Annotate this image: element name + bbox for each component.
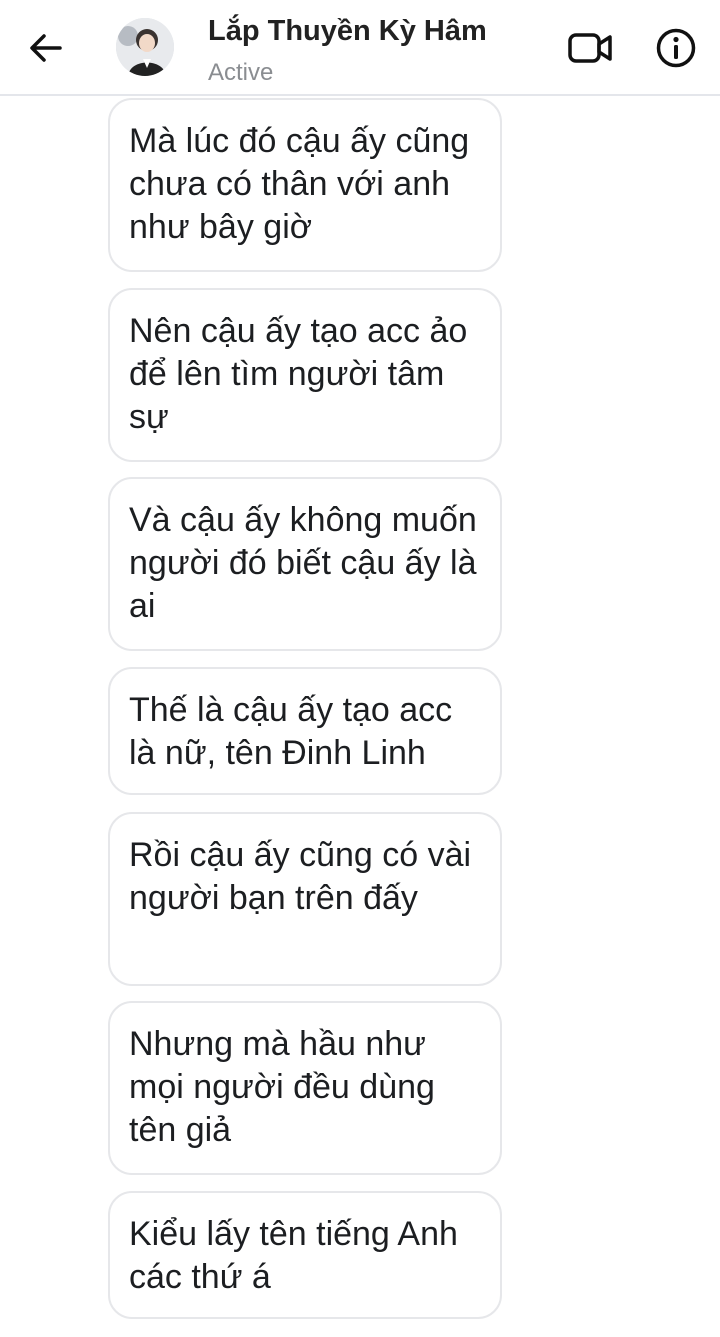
message-bubble[interactable]: Và cậu ấy không muốn người đó biết cậu ấ…	[108, 477, 502, 651]
chat-header: Lắp Thuyền Kỳ Hâm Active	[0, 0, 720, 96]
contact-name[interactable]: Lắp Thuyền Kỳ Hâm	[208, 15, 487, 48]
avatar[interactable]	[116, 18, 174, 76]
message-bubble[interactable]: Nhưng mà hầu như mọi người đều dùng tên …	[108, 1001, 502, 1175]
status-text: Active	[208, 59, 274, 86]
message-bubble[interactable]: Kiểu lấy tên tiếng Anh các thứ á	[108, 1191, 502, 1319]
message-bubble[interactable]: Rồi cậu ấy cũng có vài người bạn trên đấ…	[108, 812, 502, 986]
message-bubble[interactable]: Mà lúc đó cậu ấy cũng chưa có thân với a…	[108, 98, 502, 272]
message-bubble[interactable]: Thế là cậu ấy tạo acc là nữ, tên Đinh Li…	[108, 667, 502, 795]
info-icon[interactable]	[654, 26, 698, 70]
message-bubble[interactable]: Nên cậu ấy tạo acc ảo để lên tìm người t…	[108, 288, 502, 462]
back-arrow-icon[interactable]	[24, 26, 68, 70]
video-camera-icon[interactable]	[566, 28, 616, 68]
message-list[interactable]: Mà lúc đó cậu ấy cũng chưa có thân với a…	[0, 0, 720, 1337]
